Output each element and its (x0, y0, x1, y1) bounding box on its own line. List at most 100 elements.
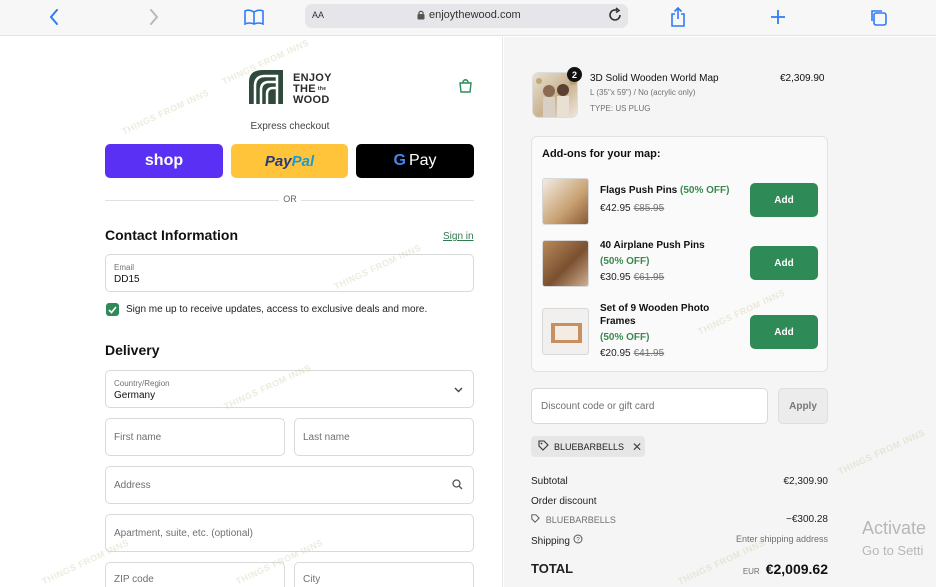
sign-in-link[interactable]: Sign in (443, 231, 474, 242)
last-name-field[interactable]: Last name (294, 418, 474, 456)
apartment-field[interactable]: Apartment, suite, etc. (optional) (105, 514, 474, 552)
paypal-button[interactable]: Pay Pal (231, 144, 348, 178)
addon-name: Flags Push Pins (50% OFF) (600, 184, 740, 197)
shop-pay-button[interactable]: shop (105, 144, 223, 178)
discount-code-label: BLUEBARBELLS (545, 515, 616, 525)
addon-title: Flags Push Pins (600, 185, 678, 196)
total-currency: EUR (742, 567, 760, 576)
add-frames-button[interactable]: Add (750, 315, 818, 349)
discount-value: −€300.28 (786, 514, 828, 525)
addon-old-price: €41.95 (633, 348, 665, 359)
google-g-icon: G (393, 152, 406, 169)
product-name: 3D Solid Wooden World Map (590, 73, 719, 84)
email-value: DD15 (114, 274, 140, 285)
addons-title: Add-ons for your map: (542, 148, 661, 160)
add-button-label: Add (774, 194, 794, 206)
addon-image-frames (542, 308, 589, 355)
back-icon[interactable] (42, 6, 66, 28)
paypal-label-part2: Pal (291, 152, 315, 170)
shipping-label: Shipping (531, 536, 570, 547)
forward-icon[interactable] (142, 6, 166, 28)
activate-windows-line1: Activate (862, 518, 927, 538)
product-variant: L (35"x 59") / No (acrylic only) (590, 88, 696, 97)
order-discount-row: Order discount (531, 496, 828, 507)
browser-toolbar: AA enjoythewood.com (0, 0, 936, 36)
paypal-label-part1: Pay (264, 152, 292, 170)
contact-heading: Contact Information (105, 227, 238, 243)
shopping-bag-icon[interactable] (458, 78, 473, 96)
bookmarks-icon[interactable] (242, 6, 266, 28)
url-domain: enjoythewood.com (429, 9, 521, 21)
subtotal-row: Subtotal €2,309.90 (531, 476, 828, 487)
help-circle-icon[interactable]: ? (573, 534, 583, 547)
add-airplanes-button[interactable]: Add (750, 246, 818, 280)
newsletter-checkbox[interactable] (106, 303, 119, 316)
tag-icon (538, 440, 549, 453)
addon-sale-price: €20.95 (600, 348, 631, 359)
store-logo-text: ENJOY THE the WOOD (293, 73, 332, 106)
order-summary-panel: 2 3D Solid Wooden World Map L (35"x 59")… (504, 37, 936, 587)
city-field[interactable]: City (294, 562, 474, 587)
reload-icon[interactable] (607, 7, 623, 26)
address-field[interactable]: Address (105, 466, 474, 504)
discount-code-input[interactable]: Discount code or gift card (531, 388, 768, 424)
addon-sale-price: €30.95 (600, 272, 631, 283)
checkout-form-panel: ENJOY THE the WOOD Express checkout shop … (0, 37, 503, 587)
tag-icon (531, 514, 543, 526)
shipping-row: Shipping ? Enter shipping address (531, 534, 828, 547)
email-label: Email (114, 263, 135, 272)
chevron-down-icon (454, 384, 463, 396)
addon-old-price: €61.95 (633, 272, 665, 283)
lock-icon (417, 10, 425, 23)
product-price: €2,309.90 (780, 73, 825, 84)
google-pay-button[interactable]: G Pay (356, 144, 474, 178)
email-field[interactable]: Email DD15 (105, 254, 474, 292)
subtotal-label: Subtotal (531, 476, 568, 487)
address-bar[interactable]: AA enjoythewood.com (305, 4, 628, 28)
addon-image-airplanes (542, 240, 589, 287)
addon-price: €20.95 €41.95 (600, 348, 664, 359)
addon-discount: (50% OFF) (600, 256, 650, 267)
shop-pay-label: shop (144, 152, 184, 169)
applied-discount-tag: BLUEBARBELLS ✕ (531, 436, 645, 457)
country-label: Country/Region (114, 379, 170, 388)
tabs-overview-icon[interactable] (866, 6, 890, 28)
logo-the-small: the (317, 86, 327, 92)
addons-box: Add-ons for your map: Flags Push Pins (5… (531, 136, 828, 372)
store-logo[interactable]: ENJOY THE the WOOD (245, 66, 340, 108)
remove-discount-icon[interactable]: ✕ (632, 440, 642, 454)
total-value: €2,009.62 (765, 561, 828, 577)
addon-title: 40 Airplane Push Pins (600, 240, 705, 251)
order-discount-label: Order discount (531, 496, 597, 507)
addon-price: €42.95 €85.95 (600, 203, 664, 214)
add-flags-button[interactable]: Add (750, 183, 818, 217)
addon-price: €30.95 €61.95 (600, 272, 664, 283)
discount-code-row: BLUEBARBELLS −€300.28 (531, 514, 828, 526)
or-label: OR (279, 194, 301, 204)
search-icon (452, 479, 463, 493)
first-name-placeholder: First name (114, 432, 162, 443)
text-size-button[interactable]: AA (312, 10, 324, 20)
svg-text:?: ? (576, 537, 580, 544)
add-button-label: Add (774, 326, 794, 338)
applied-discount-code: BLUEBARBELLS (554, 441, 625, 452)
apply-button[interactable]: Apply (778, 388, 828, 424)
addon-image-flags (542, 178, 589, 225)
share-icon[interactable] (666, 6, 690, 28)
country-value: Germany (114, 390, 156, 401)
new-tab-icon[interactable] (766, 6, 790, 28)
discount-placeholder: Discount code or gift card (541, 401, 655, 412)
addon-sale-price: €42.95 (600, 203, 631, 214)
google-pay-label: Pay (408, 152, 437, 169)
add-button-label: Add (774, 257, 794, 269)
newsletter-label: Sign me up to receive updates, access to… (126, 304, 428, 315)
subtotal-value: €2,309.90 (783, 476, 829, 487)
city-placeholder: City (303, 574, 321, 585)
zip-placeholder: ZIP code (114, 574, 154, 585)
addon-old-price: €85.95 (633, 203, 665, 214)
addon-name: 40 Airplane Push Pins (50% OFF) (600, 239, 740, 268)
apply-label: Apply (789, 400, 817, 412)
first-name-field[interactable]: First name (105, 418, 285, 456)
total-label: TOTAL (531, 561, 574, 576)
addon-discount: (50% OFF) (680, 185, 730, 196)
